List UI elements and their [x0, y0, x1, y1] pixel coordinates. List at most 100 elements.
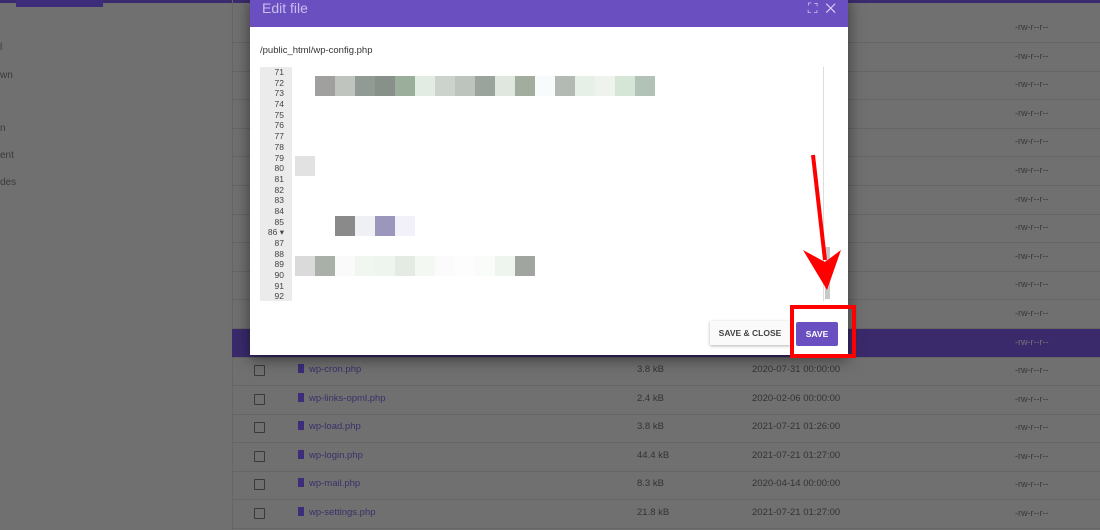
file-name[interactable]: wp-cron.php [309, 364, 361, 375]
sidebar-item[interactable]: wn [0, 70, 13, 81]
row-checkbox[interactable] [254, 450, 265, 462]
permissions: -rw-r--r-- [1015, 365, 1049, 375]
pixel-block [435, 256, 455, 276]
permissions: -rw-r--r-- [1015, 193, 1049, 204]
line-number: 76 [274, 120, 284, 131]
sidebar: l wn n ent des [0, 0, 233, 530]
line-number: 92 [274, 291, 284, 302]
pixel-block [455, 76, 475, 96]
pixel-block [455, 256, 475, 276]
permissions: -rw-r--r-- [1015, 22, 1049, 32]
line-number: 75 [274, 109, 284, 120]
row-checkbox[interactable] [254, 365, 265, 376]
sidebar-item[interactable]: l [0, 42, 2, 53]
file-row[interactable]: wp-mail.php 8.3 kB 2020-04-14 00:00:00 -rw-… [232, 471, 1100, 501]
pixel-block [515, 76, 535, 96]
row-checkbox[interactable] [254, 393, 265, 405]
permissions: -rw-r--r-- [1015, 508, 1049, 518]
file-icon [298, 507, 304, 516]
line-number: 86 ▾ [267, 227, 284, 238]
permissions: -rw-r--r-- [1015, 336, 1049, 347]
dialog-header: Edit file ⛶ ✕ [250, 0, 848, 27]
pixel-block [355, 216, 375, 236]
pixel-block [375, 76, 395, 96]
line-number: 79 [274, 152, 284, 163]
save-and-close-button[interactable]: SAVE & CLOSE [710, 321, 790, 345]
pixel-block [355, 76, 375, 96]
permissions: -rw-r--r-- [1015, 222, 1049, 233]
permissions: -rw-r--r-- [1015, 107, 1049, 118]
file-row[interactable]: wp-links-opml.php 2.4 kB 2020-02-06 00:00:… [232, 386, 1100, 415]
pixel-block [335, 256, 355, 276]
line-number: 80 [274, 163, 284, 174]
pixel-block [395, 76, 415, 96]
file-size: 8.3 kB [637, 478, 664, 490]
sidebar-item[interactable]: des [0, 177, 16, 188]
file-size: 44.4 kB [637, 449, 670, 461]
file-date: 2021-07-21 01:27:00 [752, 507, 841, 518]
file-row[interactable]: wp-login.php 44.4 kB 2021-07-21 01:27:00 -r… [232, 443, 1100, 472]
file-row[interactable]: wp-load.php 3.8 kB 2021-07-21 01:26:00 -rw-… [232, 414, 1100, 444]
file-name[interactable]: wp-mail.php [309, 478, 360, 489]
file-row[interactable]: wp-settings.php 21.8 kB 2021-07-21 01:27:0… [232, 500, 1100, 529]
file-name[interactable]: wp-links-opml.php [309, 393, 386, 404]
line-number: 83 [274, 195, 284, 206]
permissions: -rw-r--r-- [1015, 250, 1049, 261]
line-number: 87 [274, 238, 284, 248]
permissions: -rw-r--r-- [1015, 50, 1049, 61]
file-size: 3.8 kB [637, 364, 664, 375]
line-number: 82 [274, 184, 284, 195]
pixel-block [315, 256, 335, 276]
pixel-block [395, 256, 415, 276]
file-icon [298, 392, 304, 402]
line-number: 88 [274, 248, 284, 259]
line-number: 91 [274, 280, 284, 291]
pixel-block [415, 256, 435, 276]
sidebar-item[interactable]: ent [0, 150, 14, 161]
file-icon [298, 421, 304, 431]
file-date: 2020-04-14 00:00:00 [752, 478, 841, 490]
line-number: 89 [274, 259, 284, 270]
expand-icon[interactable]: ⛶ [808, 0, 818, 16]
file-name[interactable]: wp-settings.php [309, 507, 376, 518]
pixel-block [295, 156, 315, 176]
file-path: /public_html/wp-config.php [260, 45, 373, 56]
permissions: -rw-r--r-- [1015, 79, 1049, 90]
line-number: 90 [274, 270, 284, 281]
code-editor[interactable]: 71 72 73 74 75 76 77 78 79 80 81 82 83 84 85 86 ▾ 87 88 89… [260, 67, 838, 301]
file-date: 2021-07-21 01:26:00 [752, 421, 841, 433]
file-date: 2021-07-21 01:27:00 [752, 449, 841, 461]
row-checkbox[interactable] [254, 479, 265, 491]
pixel-block [435, 76, 455, 96]
row-checkbox[interactable] [254, 508, 265, 519]
dialog-title: Edit file [262, 0, 308, 16]
pixel-block [615, 76, 635, 96]
pixel-block [295, 256, 315, 276]
file-name[interactable]: wp-login.php [309, 450, 363, 461]
sidebar-item[interactable]: n [0, 123, 6, 134]
permissions: -rw-r--r-- [1015, 136, 1049, 147]
red-arrow-icon [803, 154, 841, 290]
pixel-block [535, 76, 555, 96]
line-number: 77 [274, 131, 284, 142]
permissions: -rw-r--r-- [1015, 393, 1049, 404]
highlight-box [790, 305, 856, 358]
pixel-block [395, 216, 415, 236]
permissions: -rw-r--r-- [1015, 450, 1049, 461]
pixel-block [595, 76, 615, 96]
file-row[interactable]: wp-cron.php 3.8 kB 2020-07-31 00:00:00 -rw-… [232, 357, 1100, 386]
close-icon[interactable]: ✕ [825, 0, 836, 16]
file-size: 3.8 kB [637, 421, 664, 433]
file-date: 2020-02-06 00:00:00 [752, 392, 841, 404]
pixel-block [575, 76, 595, 96]
line-number: 85 [274, 216, 284, 227]
pixel-block [555, 76, 575, 96]
line-gutter: 71 72 73 74 75 76 77 78 79 80 81 82 83 84 85 86 ▾ 87 88 89… [260, 67, 292, 301]
file-name[interactable]: wp-load.php [309, 421, 361, 432]
line-number: 81 [274, 173, 284, 184]
file-size: 2.4 kB [637, 392, 664, 404]
row-checkbox[interactable] [254, 422, 265, 434]
file-size: 21.8 kB [637, 507, 670, 518]
line-number: 72 [274, 77, 284, 88]
line-number: 71 [274, 67, 284, 77]
